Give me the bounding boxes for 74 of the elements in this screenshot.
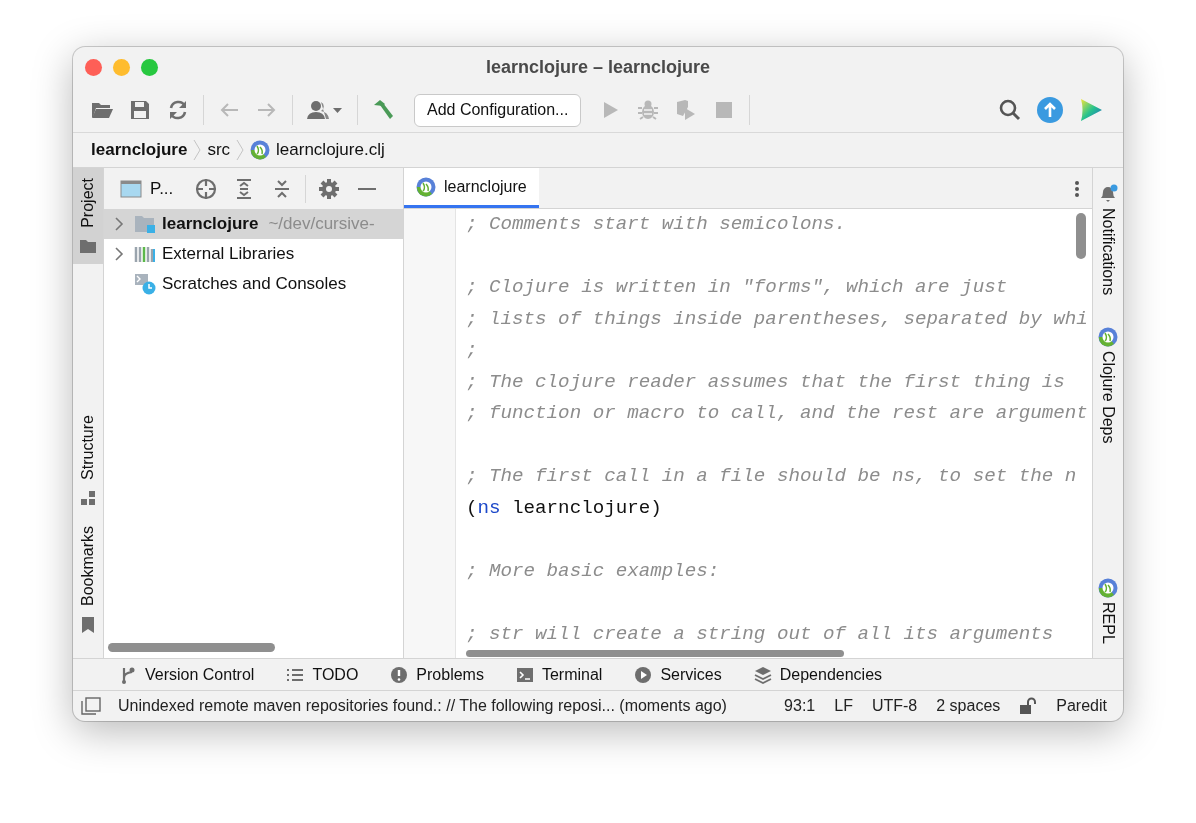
unlocked-icon[interactable]	[1019, 697, 1038, 715]
horizontal-scrollbar[interactable]	[108, 643, 275, 652]
editor-tab[interactable]: learnclojure	[404, 168, 539, 208]
layers-icon	[753, 665, 772, 684]
project-view-dropdown[interactable]: P...	[120, 178, 174, 199]
code-comment: ; Comments start with semicolons.	[466, 213, 846, 235]
tool-window-button[interactable]: Services	[634, 665, 722, 684]
gear-icon[interactable]	[317, 176, 342, 201]
chevron-icon[interactable]	[114, 217, 124, 231]
window-title: learnclojure – learnclojure	[485, 57, 711, 77]
breadcrumb-link[interactable]: learnclojure.clj	[250, 140, 385, 160]
triangle-logo-icon[interactable]	[1078, 97, 1104, 123]
clojure-file-icon	[416, 176, 436, 197]
chevron-icon[interactable]	[114, 247, 124, 261]
more-options-icon[interactable]	[1074, 180, 1080, 198]
close-window-button[interactable]	[85, 59, 102, 76]
vertical-scrollbar[interactable]	[1076, 213, 1086, 259]
tree-item[interactable]: Scratches and Consoles	[104, 269, 403, 299]
chevron-separator-icon	[193, 139, 202, 161]
code-comment: ; function or macro to call, and the rest are argument	[466, 402, 1088, 424]
bookmark-icon	[81, 616, 95, 634]
status-message[interactable]: Unindexed remote maven repositories found.: // The following reposi... (moments ago)	[118, 697, 766, 715]
crosshair-icon[interactable]	[194, 176, 219, 201]
add-configuration-button[interactable]: Add Configuration...	[414, 93, 582, 127]
folder-icon	[79, 237, 97, 254]
libraries-icon	[134, 244, 156, 264]
tool-window-button[interactable]: Problems	[390, 665, 484, 684]
code-comment: ;	[466, 339, 478, 361]
tool-window-tab[interactable]: Notifications	[1093, 184, 1123, 296]
upload-icon[interactable]	[1036, 96, 1064, 124]
file-encoding[interactable]: UTF-8	[871, 697, 918, 715]
path-hint: ~/dev/cursive-	[268, 214, 375, 234]
play-circle-icon	[634, 665, 653, 684]
code-comment: ; The first call in a file should be ns, to set the n	[466, 465, 1077, 487]
caret-position[interactable]: 93:1	[784, 697, 816, 715]
panel-icon	[120, 179, 142, 198]
chevron-separator-icon	[236, 139, 245, 161]
line-separator[interactable]: LF	[834, 697, 853, 715]
tool-window-button[interactable]: Terminal	[515, 665, 603, 684]
user-dropdown-icon[interactable]	[306, 98, 344, 122]
exclamation-icon	[390, 665, 409, 684]
code-comment: ; str will create a string out of all its arguments	[466, 622, 1054, 645]
breadcrumb-link[interactable]: learnclojure	[91, 140, 188, 160]
clojure-logo-icon	[1098, 327, 1118, 348]
tool-window-button[interactable]: Version Control	[119, 665, 255, 684]
code-comment: ; Clojure is written in "forms", which are just	[466, 276, 1008, 298]
tool-window-button[interactable]: Dependencies	[753, 665, 883, 684]
search-icon[interactable]	[998, 98, 1022, 122]
tool-window-tab[interactable]: Project	[73, 168, 103, 264]
tool-window-tab[interactable]: Structure	[73, 405, 103, 516]
zoom-window-button[interactable]	[141, 59, 158, 76]
tool-window-button[interactable]: TODO	[286, 665, 359, 684]
tree-item[interactable]: learnclojure ~/dev/cursive-	[104, 209, 403, 239]
bell-icon	[1098, 184, 1118, 204]
horizontal-scrollbar[interactable]	[466, 650, 844, 657]
code-comment: ; The clojure reader assumes that the first thing is	[466, 370, 1065, 393]
indent-setting[interactable]: 2 spaces	[936, 697, 1001, 715]
code-comment: ; More basic examples:	[466, 559, 720, 582]
breadcrumb-link[interactable]: src	[207, 140, 231, 160]
structure-icon	[80, 489, 96, 506]
tool-window-tab[interactable]: Bookmarks	[73, 515, 103, 644]
tool-window-tab[interactable]: Clojure Deps	[1093, 327, 1123, 444]
paredit-mode[interactable]: Paredit	[1056, 697, 1107, 715]
tree-item[interactable]: External Libraries	[104, 239, 403, 269]
panel-toggle-icon[interactable]	[81, 697, 101, 715]
code-line: (ns learnclojure)	[466, 496, 662, 519]
code-comment: ; lists of things inside parentheses, separated by whi	[466, 307, 1088, 330]
clojure-file-icon	[250, 140, 271, 160]
tool-window-tab[interactable]: REPL	[1093, 578, 1123, 644]
scratches-icon	[134, 273, 156, 295]
save-icon[interactable]	[128, 98, 152, 122]
terminal-icon	[515, 665, 534, 684]
module-folder-icon	[134, 214, 156, 234]
branch-icon	[119, 665, 137, 684]
